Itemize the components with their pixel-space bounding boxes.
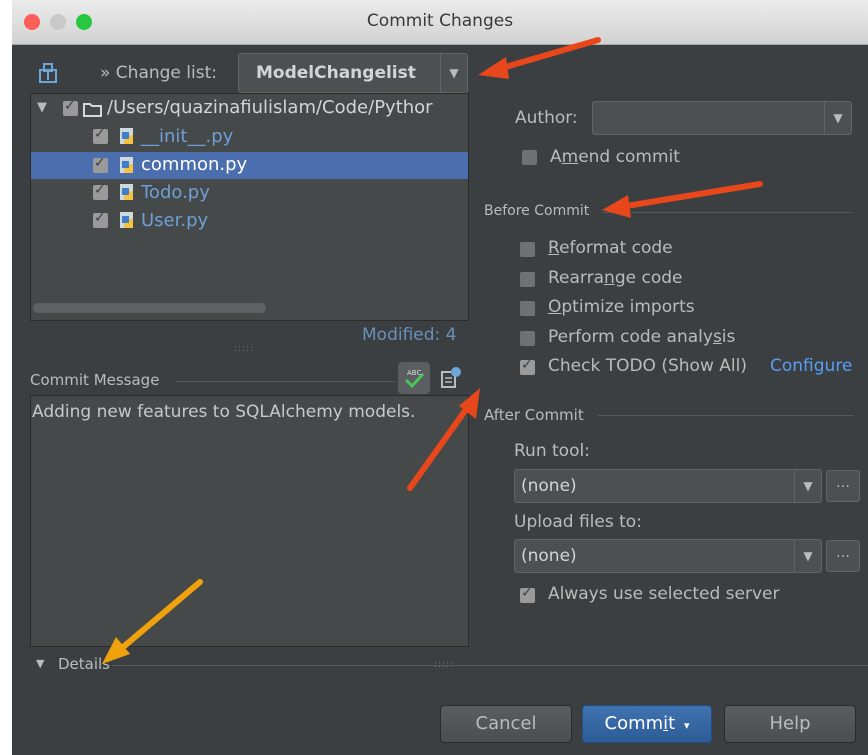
red-arrow-after-commit bbox=[407, 388, 480, 491]
orange-arrow-details bbox=[102, 579, 203, 664]
commit-changes-dialog: Commit Changes » Change list: ModelChang… bbox=[12, 0, 868, 755]
red-arrow-before-commit bbox=[602, 181, 763, 218]
annotation-arrows bbox=[102, 37, 763, 664]
red-arrow-changelist bbox=[478, 37, 601, 79]
